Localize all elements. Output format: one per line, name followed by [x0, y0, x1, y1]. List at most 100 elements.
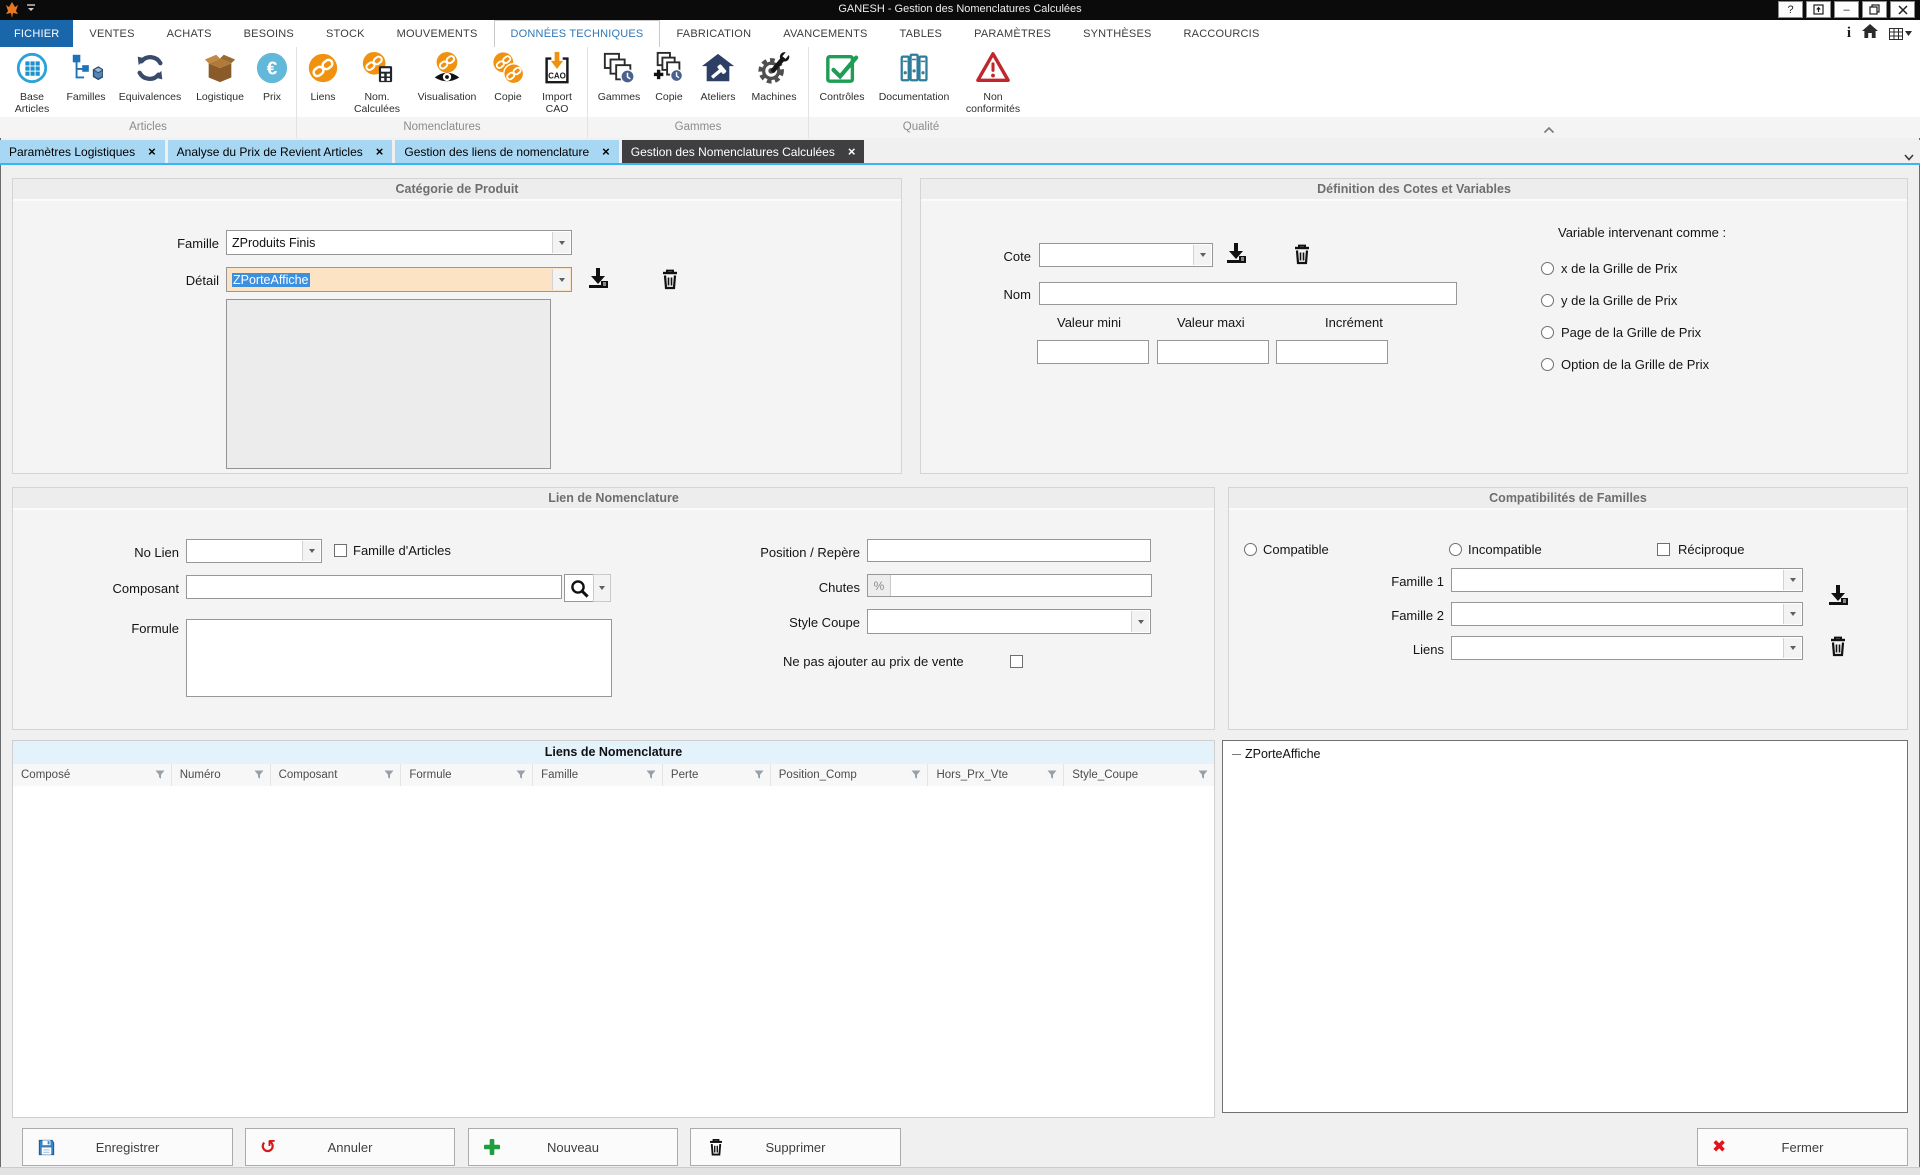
radio-option-grille[interactable] — [1541, 358, 1554, 371]
supprimer-button[interactable]: Supprimer — [690, 1128, 901, 1166]
menu-tab-donnees-techniques[interactable]: DONNÉES TECHNIQUES — [494, 20, 661, 47]
ribbon-collapse-icon[interactable] — [1543, 121, 1557, 135]
famille2-combobox[interactable] — [1451, 602, 1803, 626]
menu-tab-ventes[interactable]: VENTES — [73, 20, 150, 47]
column-header-position-comp[interactable]: Position_Comp — [771, 764, 929, 786]
grid-body-empty[interactable] — [13, 786, 1214, 1117]
filter-funnel-icon[interactable] — [155, 770, 165, 780]
ribbon-item-documentation[interactable]: Documentation — [871, 48, 957, 117]
radio-y-grille[interactable] — [1541, 294, 1554, 307]
column-header-formule[interactable]: Formule — [401, 764, 533, 786]
ribbon-item-copie-gammes[interactable]: Copie — [646, 48, 692, 117]
ribbon-item-visualisation[interactable]: Visualisation — [409, 48, 485, 117]
ribbon-item-ateliers[interactable]: Ateliers — [692, 48, 744, 117]
close-tab-icon[interactable]: × — [602, 147, 610, 157]
chevron-down-icon[interactable] — [1783, 604, 1801, 624]
ribbon-item-base-articles[interactable]: Base Articles — [4, 48, 60, 117]
doc-tab-gestion-liens-nomenclature[interactable]: Gestion des liens de nomenclature × — [395, 140, 618, 163]
no-lien-combobox[interactable] — [186, 539, 322, 563]
doc-tab-gestion-nomenclatures-calculees[interactable]: Gestion des Nomenclatures Calculées × — [622, 140, 865, 163]
compatible-radio[interactable] — [1244, 543, 1257, 556]
position-repere-input[interactable] — [867, 539, 1151, 562]
famille-combobox[interactable]: ZProduits Finis — [226, 230, 572, 255]
delete-cote-button[interactable] — [1289, 241, 1315, 267]
chevron-down-icon[interactable] — [302, 541, 320, 561]
menu-tab-achats[interactable]: ACHATS — [151, 20, 228, 47]
composant-search-dropdown[interactable] — [593, 574, 611, 602]
ribbon-item-non-conformites[interactable]: Non conformités — [957, 48, 1029, 117]
grid-view-icon[interactable] — [1889, 28, 1912, 40]
column-header-numero[interactable]: Numéro — [172, 764, 271, 786]
radio-page-grille[interactable] — [1541, 326, 1554, 339]
doc-tab-parametres-logistiques[interactable]: Paramètres Logistiques × — [0, 140, 165, 163]
radio-x-grille[interactable] — [1541, 262, 1554, 275]
close-button[interactable] — [1890, 1, 1915, 18]
ribbon-item-import-cao[interactable]: CAO Import CAO — [531, 48, 583, 117]
ribbon-item-prix[interactable]: € Prix — [252, 48, 292, 117]
menu-tab-fabrication[interactable]: FABRICATION — [660, 20, 767, 47]
no-price-checkbox[interactable] — [1010, 655, 1023, 668]
annuler-button[interactable]: ↺ Annuler — [245, 1128, 455, 1166]
detail-combobox[interactable]: ZPorteAffiche — [226, 267, 572, 292]
restore-button[interactable] — [1862, 1, 1887, 18]
delete-detail-button[interactable] — [657, 266, 683, 292]
famille1-combobox[interactable] — [1451, 568, 1803, 592]
menu-tab-syntheses[interactable]: SYNTHÈSES — [1067, 20, 1167, 47]
famille-articles-checkbox[interactable] — [334, 544, 347, 557]
ribbon-item-copie-nomenclature[interactable]: Copie — [485, 48, 531, 117]
close-tab-icon[interactable]: × — [148, 147, 156, 157]
ribbon-item-controles[interactable]: Contrôles — [813, 48, 871, 117]
filter-funnel-icon[interactable] — [254, 770, 264, 780]
filter-funnel-icon[interactable] — [1198, 770, 1208, 780]
menu-tab-fichier[interactable]: FICHIER — [0, 20, 73, 47]
composant-input[interactable] — [186, 575, 562, 599]
ribbon-item-machines[interactable]: Machines — [744, 48, 804, 117]
close-tab-icon[interactable]: × — [376, 147, 384, 157]
increment-input[interactable] — [1276, 340, 1388, 364]
chevron-down-icon[interactable] — [1193, 245, 1211, 265]
style-coupe-combobox[interactable] — [867, 609, 1151, 634]
column-header-composant[interactable]: Composant — [271, 764, 402, 786]
cote-combobox[interactable] — [1039, 243, 1213, 267]
filter-funnel-icon[interactable] — [646, 770, 656, 780]
ribbon-item-nom-calculees[interactable]: Nom. Calculées — [345, 48, 409, 117]
help-button[interactable]: ? — [1778, 1, 1803, 18]
chevron-down-icon[interactable] — [1131, 611, 1149, 632]
nouveau-button[interactable]: Nouveau — [468, 1128, 678, 1166]
ribbon-item-logistique[interactable]: Logistique — [188, 48, 252, 117]
filter-funnel-icon[interactable] — [516, 770, 526, 780]
composant-search-button[interactable] — [564, 574, 594, 602]
menu-tab-avancements[interactable]: AVANCEMENTS — [767, 20, 883, 47]
filter-funnel-icon[interactable] — [754, 770, 764, 780]
filter-funnel-icon[interactable] — [911, 770, 921, 780]
column-header-perte[interactable]: Perte — [663, 764, 771, 786]
ribbon-item-familles[interactable]: Familles — [60, 48, 112, 117]
ribbon-item-gammes[interactable]: Gammes — [592, 48, 646, 117]
ribbon-item-equivalences[interactable]: Equivalences — [112, 48, 188, 117]
validate-compatibilite-button[interactable] — [1825, 583, 1851, 609]
liens-combobox[interactable] — [1451, 636, 1803, 660]
chevron-down-icon[interactable] — [1783, 570, 1801, 590]
menu-tab-tables[interactable]: TABLES — [884, 20, 959, 47]
home-icon[interactable] — [1862, 24, 1878, 43]
formule-textarea[interactable] — [186, 619, 612, 697]
info-icon[interactable]: i — [1847, 25, 1851, 42]
column-header-compose[interactable]: Composé — [13, 764, 172, 786]
menu-tab-mouvements[interactable]: MOUVEMENTS — [381, 20, 494, 47]
column-header-style-coupe[interactable]: Style_Coupe — [1064, 764, 1214, 786]
nom-input[interactable] — [1039, 282, 1457, 305]
validate-detail-button[interactable] — [585, 266, 611, 292]
valeur-maxi-input[interactable] — [1157, 340, 1269, 364]
chevron-down-icon[interactable] — [552, 269, 570, 290]
column-header-famille[interactable]: Famille — [533, 764, 663, 786]
tab-list-chevron-icon[interactable] — [1904, 148, 1914, 166]
doc-tab-analyse-prix-revient[interactable]: Analyse du Prix de Revient Articles × — [168, 140, 393, 163]
ribbon-item-liens[interactable]: Liens — [301, 48, 345, 117]
menu-tab-parametres[interactable]: PARAMÈTRES — [958, 20, 1067, 47]
validate-cote-button[interactable] — [1223, 241, 1249, 267]
chevron-down-icon[interactable] — [1783, 638, 1801, 658]
detail-listbox[interactable] — [226, 299, 551, 469]
filter-funnel-icon[interactable] — [1047, 770, 1057, 780]
valeur-mini-input[interactable] — [1037, 340, 1149, 364]
column-header-hors-prx-vte[interactable]: Hors_Prx_Vte — [928, 764, 1064, 786]
